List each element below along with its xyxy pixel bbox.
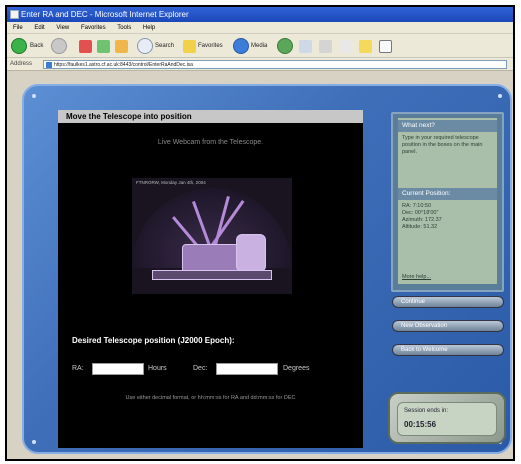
dec-unit: Degrees [283,365,310,372]
browser-window: Enter RA and DEC - Microsoft Internet Ex… [5,5,515,461]
side-panel: What next? Type in your required telesco… [391,112,504,292]
session-label: Session ends in: [404,408,449,414]
webcam-title: Live Webcam from the Telescope. [157,139,264,146]
ra-unit: Hours [148,365,167,372]
desired-position-title: Desired Telescope position (J2000 Epoch)… [72,336,235,345]
title-bar: Enter RA and DEC - Microsoft Internet Ex… [7,7,513,22]
menu-bar: File Edit View Favorites Tools Help [7,22,513,34]
media-button-label[interactable]: Media [251,38,267,54]
side-panel-screen: What next? Type in your required telesco… [398,118,497,284]
telescope-mount [236,234,266,272]
print-icon[interactable] [319,40,332,53]
webcam-timestamp: FTNRORW, Monday Jan 4th, 2004 [136,180,206,185]
webcam-image: FTNRORW, Monday Jan 4th, 2004 [132,178,292,294]
main-panel: Move the Telescope into position Live We… [58,110,363,448]
back-button-label[interactable]: Back [30,38,43,54]
session-timer: Session ends in: 00:15:56 [388,392,506,444]
what-next-text: Type in your required telescope position… [402,135,483,155]
favorites-star-icon[interactable] [183,40,196,53]
what-next-title: What next? [398,120,497,132]
toolbar: Back Search Favorites Media [7,34,513,58]
menu-edit[interactable]: Edit [34,25,44,31]
mail-icon[interactable] [299,40,312,53]
menu-help[interactable]: Help [143,25,155,31]
format-hint: Use either decimal format, or hh:mm:ss f… [125,395,296,401]
current-azimuth: Azimuth: 172.37 [402,217,442,223]
search-icon[interactable] [137,38,153,54]
corner-stud [32,440,36,444]
current-dec: Dec: 00°18'00" [402,210,439,216]
favorites-button-label[interactable]: Favorites [198,38,223,54]
address-bar: Address https://faulkes1.astro.cf.ac.uk:… [7,58,513,71]
address-input[interactable]: https://faulkes1.astro.cf.ac.uk:8443/con… [43,60,507,69]
search-button-label[interactable]: Search [155,38,174,54]
edit-icon[interactable] [339,40,352,53]
media-icon[interactable] [233,38,249,54]
forward-arrow-icon[interactable] [51,38,67,54]
folder-icon[interactable] [359,40,372,53]
new-observation-button[interactable]: New Observation [392,320,504,332]
corner-stud [498,94,502,98]
dec-label: Dec: [193,365,208,372]
window-title: Enter RA and DEC - Microsoft Internet Ex… [21,10,189,19]
session-time: 00:15:56 [404,420,437,429]
back-arrow-icon[interactable] [11,38,27,54]
current-position-values: RA: 7:10:50 Dec: 00°18'00" Azimuth: 172.… [402,203,494,231]
browser-icon [10,10,19,19]
messenger-icon[interactable] [379,40,392,53]
panel-header: Move the Telescope into position [58,110,363,123]
home-icon[interactable] [115,40,128,53]
more-help-link[interactable]: More help... [402,274,431,280]
current-altitude: Altitude: 51.32 [402,224,438,230]
continue-button[interactable]: Continue [392,296,504,308]
session-display: Session ends in: 00:15:56 [397,402,497,436]
address-value: https://faulkes1.astro.cf.ac.uk:8443/con… [54,62,193,68]
menu-file[interactable]: File [13,25,23,31]
address-label: Address [10,61,33,67]
telescope-base [152,270,272,280]
current-position-title: Current Position: [398,188,497,200]
stop-icon[interactable] [79,40,92,53]
telescope-app: Move the Telescope into position Live We… [22,84,512,454]
ra-input[interactable] [92,363,144,375]
corner-stud [32,94,36,98]
menu-tools[interactable]: Tools [117,25,131,31]
current-ra: RA: 7:10:50 [402,203,432,209]
refresh-icon[interactable] [97,40,110,53]
back-to-welcome-button[interactable]: Back to Welcome [392,344,504,356]
dec-input[interactable] [216,363,278,375]
menu-view[interactable]: View [56,25,69,31]
page-icon [46,62,52,68]
menu-favorites[interactable]: Favorites [81,25,106,31]
ra-label: RA: [72,365,84,372]
history-icon[interactable] [277,38,293,54]
